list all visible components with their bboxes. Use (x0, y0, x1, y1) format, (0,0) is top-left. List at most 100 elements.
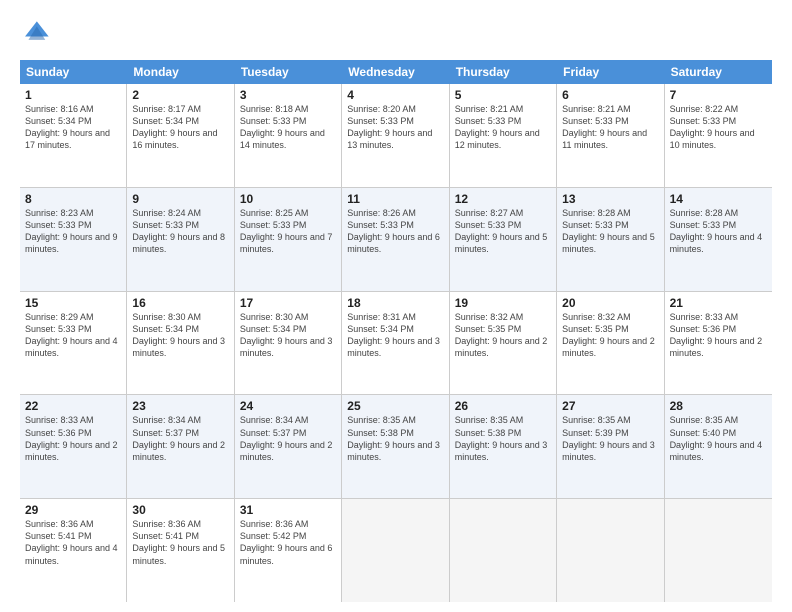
day-number: 24 (240, 399, 336, 413)
day-cell-5: 5Sunrise: 8:21 AMSunset: 5:33 PMDaylight… (450, 84, 557, 187)
day-cell-22: 22Sunrise: 8:33 AMSunset: 5:36 PMDayligh… (20, 395, 127, 498)
day-info: Sunrise: 8:18 AMSunset: 5:33 PMDaylight:… (240, 103, 336, 152)
day-info: Sunrise: 8:31 AMSunset: 5:34 PMDaylight:… (347, 311, 443, 360)
day-number: 10 (240, 192, 336, 206)
day-info: Sunrise: 8:21 AMSunset: 5:33 PMDaylight:… (455, 103, 551, 152)
day-info: Sunrise: 8:17 AMSunset: 5:34 PMDaylight:… (132, 103, 228, 152)
day-cell-21: 21Sunrise: 8:33 AMSunset: 5:36 PMDayligh… (665, 292, 772, 395)
calendar-row-1: 8Sunrise: 8:23 AMSunset: 5:33 PMDaylight… (20, 188, 772, 292)
day-cell-24: 24Sunrise: 8:34 AMSunset: 5:37 PMDayligh… (235, 395, 342, 498)
day-info: Sunrise: 8:27 AMSunset: 5:33 PMDaylight:… (455, 207, 551, 256)
calendar-row-4: 29Sunrise: 8:36 AMSunset: 5:41 PMDayligh… (20, 499, 772, 602)
day-cell-31: 31Sunrise: 8:36 AMSunset: 5:42 PMDayligh… (235, 499, 342, 602)
day-number: 7 (670, 88, 767, 102)
day-cell-28: 28Sunrise: 8:35 AMSunset: 5:40 PMDayligh… (665, 395, 772, 498)
day-number: 6 (562, 88, 658, 102)
day-info: Sunrise: 8:34 AMSunset: 5:37 PMDaylight:… (240, 414, 336, 463)
calendar-row-2: 15Sunrise: 8:29 AMSunset: 5:33 PMDayligh… (20, 292, 772, 396)
day-info: Sunrise: 8:30 AMSunset: 5:34 PMDaylight:… (132, 311, 228, 360)
day-cell-17: 17Sunrise: 8:30 AMSunset: 5:34 PMDayligh… (235, 292, 342, 395)
day-number: 28 (670, 399, 767, 413)
day-number: 19 (455, 296, 551, 310)
calendar: SundayMondayTuesdayWednesdayThursdayFrid… (20, 60, 772, 602)
day-cell-19: 19Sunrise: 8:32 AMSunset: 5:35 PMDayligh… (450, 292, 557, 395)
day-number: 5 (455, 88, 551, 102)
day-info: Sunrise: 8:32 AMSunset: 5:35 PMDaylight:… (562, 311, 658, 360)
day-number: 25 (347, 399, 443, 413)
calendar-row-0: 1Sunrise: 8:16 AMSunset: 5:34 PMDaylight… (20, 84, 772, 188)
day-cell-8: 8Sunrise: 8:23 AMSunset: 5:33 PMDaylight… (20, 188, 127, 291)
day-number: 22 (25, 399, 121, 413)
header-day-sunday: Sunday (20, 60, 127, 84)
day-number: 27 (562, 399, 658, 413)
day-info: Sunrise: 8:36 AMSunset: 5:42 PMDaylight:… (240, 518, 336, 567)
page: SundayMondayTuesdayWednesdayThursdayFrid… (0, 0, 792, 612)
day-info: Sunrise: 8:28 AMSunset: 5:33 PMDaylight:… (562, 207, 658, 256)
calendar-body: 1Sunrise: 8:16 AMSunset: 5:34 PMDaylight… (20, 84, 772, 602)
day-number: 12 (455, 192, 551, 206)
day-cell-13: 13Sunrise: 8:28 AMSunset: 5:33 PMDayligh… (557, 188, 664, 291)
day-cell-7: 7Sunrise: 8:22 AMSunset: 5:33 PMDaylight… (665, 84, 772, 187)
day-number: 20 (562, 296, 658, 310)
day-cell-16: 16Sunrise: 8:30 AMSunset: 5:34 PMDayligh… (127, 292, 234, 395)
header-day-monday: Monday (127, 60, 234, 84)
day-number: 26 (455, 399, 551, 413)
day-info: Sunrise: 8:35 AMSunset: 5:38 PMDaylight:… (455, 414, 551, 463)
empty-cell (450, 499, 557, 602)
day-info: Sunrise: 8:25 AMSunset: 5:33 PMDaylight:… (240, 207, 336, 256)
day-info: Sunrise: 8:33 AMSunset: 5:36 PMDaylight:… (670, 311, 767, 360)
day-info: Sunrise: 8:35 AMSunset: 5:40 PMDaylight:… (670, 414, 767, 463)
day-cell-15: 15Sunrise: 8:29 AMSunset: 5:33 PMDayligh… (20, 292, 127, 395)
day-number: 18 (347, 296, 443, 310)
calendar-row-3: 22Sunrise: 8:33 AMSunset: 5:36 PMDayligh… (20, 395, 772, 499)
day-cell-30: 30Sunrise: 8:36 AMSunset: 5:41 PMDayligh… (127, 499, 234, 602)
day-cell-20: 20Sunrise: 8:32 AMSunset: 5:35 PMDayligh… (557, 292, 664, 395)
day-info: Sunrise: 8:26 AMSunset: 5:33 PMDaylight:… (347, 207, 443, 256)
day-cell-26: 26Sunrise: 8:35 AMSunset: 5:38 PMDayligh… (450, 395, 557, 498)
day-number: 16 (132, 296, 228, 310)
day-cell-29: 29Sunrise: 8:36 AMSunset: 5:41 PMDayligh… (20, 499, 127, 602)
day-number: 15 (25, 296, 121, 310)
header-day-wednesday: Wednesday (342, 60, 449, 84)
day-info: Sunrise: 8:23 AMSunset: 5:33 PMDaylight:… (25, 207, 121, 256)
day-cell-4: 4Sunrise: 8:20 AMSunset: 5:33 PMDaylight… (342, 84, 449, 187)
day-cell-10: 10Sunrise: 8:25 AMSunset: 5:33 PMDayligh… (235, 188, 342, 291)
day-info: Sunrise: 8:32 AMSunset: 5:35 PMDaylight:… (455, 311, 551, 360)
day-cell-6: 6Sunrise: 8:21 AMSunset: 5:33 PMDaylight… (557, 84, 664, 187)
day-cell-11: 11Sunrise: 8:26 AMSunset: 5:33 PMDayligh… (342, 188, 449, 291)
day-number: 14 (670, 192, 767, 206)
day-number: 23 (132, 399, 228, 413)
day-cell-1: 1Sunrise: 8:16 AMSunset: 5:34 PMDaylight… (20, 84, 127, 187)
day-cell-25: 25Sunrise: 8:35 AMSunset: 5:38 PMDayligh… (342, 395, 449, 498)
day-number: 3 (240, 88, 336, 102)
day-number: 21 (670, 296, 767, 310)
day-info: Sunrise: 8:28 AMSunset: 5:33 PMDaylight:… (670, 207, 767, 256)
empty-cell (342, 499, 449, 602)
day-info: Sunrise: 8:22 AMSunset: 5:33 PMDaylight:… (670, 103, 767, 152)
calendar-header: SundayMondayTuesdayWednesdayThursdayFrid… (20, 60, 772, 84)
day-number: 9 (132, 192, 228, 206)
day-info: Sunrise: 8:30 AMSunset: 5:34 PMDaylight:… (240, 311, 336, 360)
day-number: 4 (347, 88, 443, 102)
day-info: Sunrise: 8:29 AMSunset: 5:33 PMDaylight:… (25, 311, 121, 360)
day-info: Sunrise: 8:34 AMSunset: 5:37 PMDaylight:… (132, 414, 228, 463)
logo-icon (20, 18, 52, 50)
day-number: 17 (240, 296, 336, 310)
day-info: Sunrise: 8:20 AMSunset: 5:33 PMDaylight:… (347, 103, 443, 152)
header-day-friday: Friday (557, 60, 664, 84)
day-cell-23: 23Sunrise: 8:34 AMSunset: 5:37 PMDayligh… (127, 395, 234, 498)
header-day-thursday: Thursday (450, 60, 557, 84)
day-info: Sunrise: 8:36 AMSunset: 5:41 PMDaylight:… (132, 518, 228, 567)
day-cell-2: 2Sunrise: 8:17 AMSunset: 5:34 PMDaylight… (127, 84, 234, 187)
day-number: 31 (240, 503, 336, 517)
day-number: 13 (562, 192, 658, 206)
day-info: Sunrise: 8:33 AMSunset: 5:36 PMDaylight:… (25, 414, 121, 463)
day-number: 1 (25, 88, 121, 102)
day-cell-3: 3Sunrise: 8:18 AMSunset: 5:33 PMDaylight… (235, 84, 342, 187)
day-cell-9: 9Sunrise: 8:24 AMSunset: 5:33 PMDaylight… (127, 188, 234, 291)
day-cell-12: 12Sunrise: 8:27 AMSunset: 5:33 PMDayligh… (450, 188, 557, 291)
day-cell-18: 18Sunrise: 8:31 AMSunset: 5:34 PMDayligh… (342, 292, 449, 395)
logo (20, 18, 56, 50)
day-info: Sunrise: 8:16 AMSunset: 5:34 PMDaylight:… (25, 103, 121, 152)
day-number: 11 (347, 192, 443, 206)
